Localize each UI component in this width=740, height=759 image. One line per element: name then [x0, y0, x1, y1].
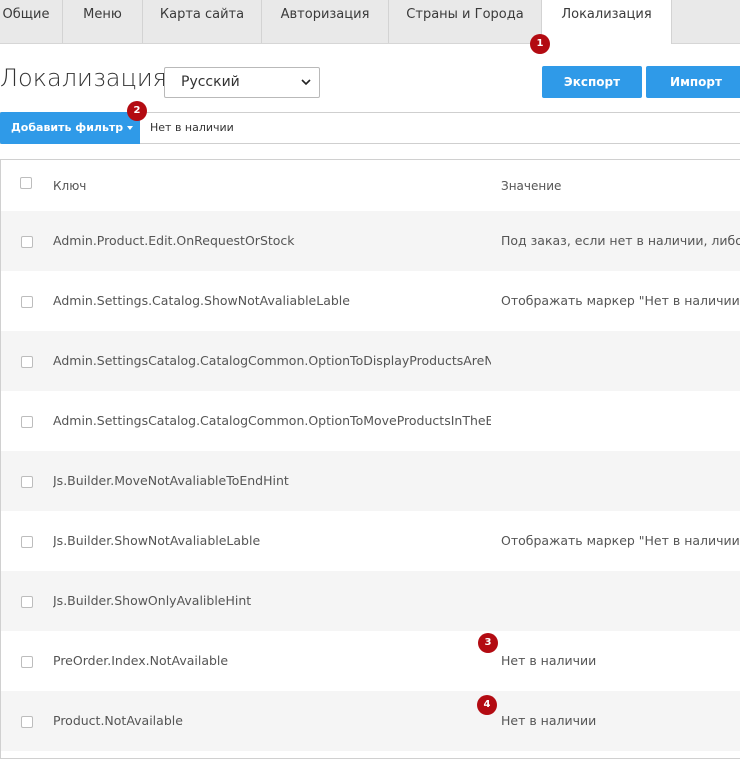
table-row[interactable]: PreOrder.Index.NotAvailable Нет в наличи… — [1, 631, 740, 691]
row-key: Js.Builder.ShowNotAvaliableLable — [53, 533, 261, 548]
row-checkbox[interactable] — [21, 416, 33, 428]
row-value: Отображать маркер "Нет в наличии" — [501, 533, 740, 548]
column-header-value[interactable]: Значение — [501, 179, 561, 193]
row-key: Admin.SettingsCatalog.CatalogCommon.Opti… — [53, 413, 491, 428]
localization-table: Ключ Значение Admin.Product.Edit.OnReque… — [0, 159, 740, 759]
annotation-marker-4: 4 — [477, 695, 497, 715]
row-key: Js.Builder.ShowOnlyAvalibleHint — [53, 593, 252, 608]
chevron-down-icon — [301, 79, 311, 86]
table-row[interactable]: Admin.SettingsCatalog.CatalogCommon.Opti… — [1, 391, 740, 451]
table-row[interactable]: Product.NotAvailable Нет в наличии — [1, 691, 740, 751]
annotation-marker-2: 2 — [127, 101, 147, 121]
import-button[interactable]: Импорт — [646, 66, 740, 98]
filter-value[interactable]: Нет в наличии — [150, 112, 234, 144]
row-key: Product.NotAvailable — [53, 713, 183, 728]
row-key: Js.Builder.MoveNotAvaliableToEndHint — [53, 473, 289, 488]
table-row[interactable]: Js.Builder.ShowNotAvaliableLable Отображ… — [1, 511, 740, 571]
table-row[interactable]: Js.Builder.ShowOnlyAvalibleHint — [1, 571, 740, 631]
table-row[interactable]: Admin.SettingsCatalog.CatalogCommon.Opti… — [1, 331, 740, 391]
row-checkbox[interactable] — [21, 296, 33, 308]
tab-authorization[interactable]: Авторизация — [262, 0, 389, 43]
row-value: Отображать маркер "Нет в наличии" — [501, 293, 740, 308]
table-row[interactable]: Admin.Product.Edit.OnRequestOrStock Под … — [1, 211, 740, 271]
language-select-value: Русский — [181, 74, 240, 90]
row-key: Admin.Product.Edit.OnRequestOrStock — [53, 233, 295, 248]
row-value: Нет в наличии — [501, 713, 597, 728]
row-key: Admin.Settings.Catalog.ShowNotAvaliableL… — [53, 293, 350, 308]
annotation-marker-1: 1 — [530, 34, 550, 54]
row-checkbox[interactable] — [21, 656, 33, 668]
tab-menu[interactable]: Меню — [63, 0, 143, 43]
row-checkbox[interactable] — [21, 236, 33, 248]
table-row[interactable]: Admin.Settings.Catalog.ShowNotAvaliableL… — [1, 271, 740, 331]
table-row[interactable]: Js.Builder.MoveNotAvaliableToEndHint — [1, 451, 740, 511]
export-button[interactable]: Экспорт — [542, 66, 642, 98]
page-title: Локализация — [0, 64, 167, 92]
select-all-checkbox[interactable] — [20, 177, 32, 189]
tab-localization[interactable]: Локализация — [542, 0, 672, 44]
row-value: Нет в наличии — [501, 653, 597, 668]
row-value: Под заказ, если нет в наличии, либо н — [501, 233, 740, 248]
row-checkbox[interactable] — [21, 476, 33, 488]
language-select[interactable]: Русский — [164, 67, 320, 98]
tab-bar: Общие Меню Карта сайта Авторизация Стран… — [0, 0, 740, 44]
table-header: Ключ Значение — [1, 160, 740, 212]
row-checkbox[interactable] — [21, 536, 33, 548]
tab-countries-cities[interactable]: Страны и Города — [389, 0, 542, 43]
row-key: PreOrder.Index.NotAvailable — [53, 653, 229, 668]
row-key: Admin.SettingsCatalog.CatalogCommon.Opti… — [53, 353, 491, 368]
tab-general[interactable]: Общие — [0, 0, 63, 43]
add-filter-button[interactable]: Добавить фильтр — [0, 112, 140, 144]
tab-sitemap[interactable]: Карта сайта — [143, 0, 262, 43]
row-checkbox[interactable] — [21, 356, 33, 368]
row-checkbox[interactable] — [21, 596, 33, 608]
caret-down-icon — [127, 126, 134, 130]
column-header-key[interactable]: Ключ — [53, 179, 86, 193]
row-checkbox[interactable] — [21, 716, 33, 728]
add-filter-label: Добавить фильтр — [11, 121, 124, 134]
annotation-marker-3: 3 — [478, 633, 498, 653]
